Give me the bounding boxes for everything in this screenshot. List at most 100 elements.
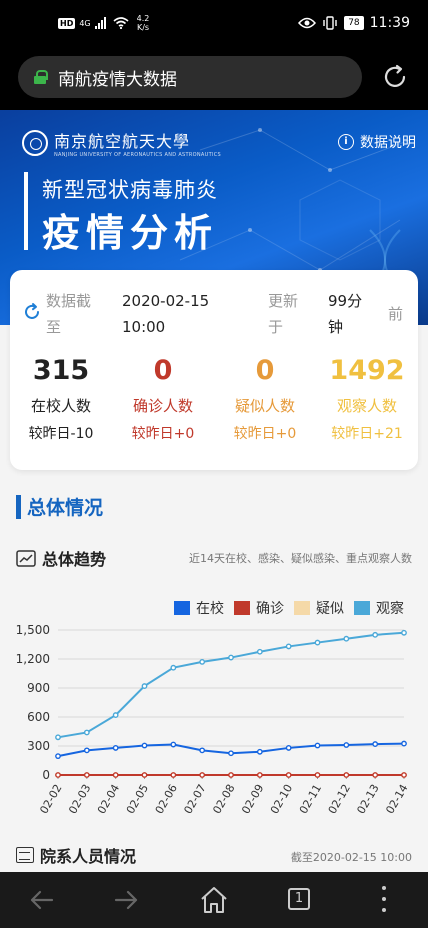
data-point [170,664,177,671]
cutoff-date: 2020-02-15 10:00 [122,292,210,336]
department-title: 院系人员情况 [40,847,137,866]
status-left: HD 4G 4.2 K/s [58,14,149,32]
signal-icon [94,17,106,29]
stat-label: 观察人数 [336,397,397,415]
tabs-button[interactable]: 1 [278,884,318,916]
university-en-name: NANJING UNIVERSITY OF AERONAUTICS AND AS… [54,152,221,158]
list-icon [16,847,34,863]
stat-delta: 较昨日-10 [28,426,94,442]
section-accent-bar [16,494,21,519]
x-tick-label: 02-05 [124,782,151,816]
trend-header: 总体趋势 近14天在校、感染、疑似感染、重点观察人数 [16,546,412,570]
updated-ago: 99分钟 [328,292,363,336]
refresh-icon[interactable] [22,302,42,322]
banner-subtitle: 新型冠状病毒肺炎 [42,178,218,202]
y-tick-label: 300 [27,739,50,753]
x-tick-label: 02-04 [95,782,122,816]
y-tick-label: 1,200 [16,652,50,666]
x-tick-label: 02-14 [383,782,410,816]
more-menu-icon[interactable] [364,884,404,916]
data-info-link[interactable]: i 数据说明 [338,132,416,152]
data-point [285,643,292,650]
cutoff-label: 数据截至 [46,292,92,336]
stat-delta: 较昨日+0 [233,426,297,442]
university-seal-icon [22,130,48,156]
data-point [112,712,119,718]
trend-chart-icon [16,549,36,567]
reload-icon[interactable] [380,62,410,92]
data-point [55,772,61,778]
data-point [83,772,90,778]
stat-delta: 较昨日+0 [131,426,195,442]
data-point [343,742,350,748]
stat-label: 确诊人数 [132,397,193,415]
data-point [343,772,350,778]
data-point [228,750,234,757]
data-point [83,729,90,736]
data-point [170,741,177,748]
data-point [343,635,350,642]
tab-count: 1 [288,888,310,910]
x-tick-label: 02-11 [297,782,324,816]
department-header: 院系人员情况 截至2020-02-15 10:00 [16,844,412,866]
data-point [228,772,234,778]
x-tick-label: 02-10 [268,782,295,816]
data-point [199,747,206,754]
section-heading: 总体情况 [16,493,103,520]
data-point [199,659,206,665]
x-tick-label: 02-13 [355,782,382,816]
trend-chart-svg: 0 300 600 900 1,200 1,500 02-02 02-03 02-04 02-05… [16,623,411,816]
data-point [55,734,61,741]
lock-icon [34,70,48,84]
stat-suspected: 0 疑似人数 较昨日+0 [214,354,316,444]
clock: 11:39 [369,15,410,31]
summary-card: 数据截至 2020-02-15 10:00 更新于 99分钟 前 315 在校人… [10,270,418,470]
data-point [228,654,234,661]
wifi-icon [113,17,129,29]
data-point [314,772,321,778]
data-point [401,772,407,778]
y-tick-label: 0 [42,768,50,782]
vibrate-icon [323,16,337,30]
data-point [372,772,379,778]
home-icon[interactable] [194,884,234,916]
x-tick-label: 02-06 [153,782,180,816]
stat-value: 0 [153,355,173,386]
stat-observed: 1492 观察人数 较昨日+21 [316,354,418,444]
data-point [170,772,177,778]
data-point [285,745,292,751]
x-tick-label: 02-09 [239,782,266,816]
data-point [141,683,148,689]
data-point [112,745,119,751]
data-point [141,742,148,749]
stat-label: 疑似人数 [234,397,295,415]
trend-title: 总体趋势 [42,550,107,569]
x-tick-label: 02-02 [37,782,64,816]
banner-title: 疫情分析 [42,211,219,255]
x-tick-label: 02-08 [210,782,237,816]
stat-on-campus: 315 在校人数 较昨日-10 [10,354,112,444]
address-bar[interactable]: 南航疫情大数据 [18,56,362,98]
data-point [112,772,119,778]
data-point [256,772,263,778]
department-note: 截至2020-02-15 10:00 [290,851,412,864]
status-bar: HD 4G 4.2 K/s 78 11:39 [0,0,428,50]
section-title: 总体情况 [27,497,104,519]
data-point [83,747,90,754]
data-info-label: 数据说明 [360,135,416,151]
trend-note: 近14天在校、感染、疑似感染、重点观察人数 [189,552,412,565]
data-point [199,772,206,778]
data-point [256,648,263,655]
forward-arrow-icon[interactable] [106,884,146,916]
data-point [141,772,148,778]
trend-chart: 在校 确诊 疑似 观察 0 300 600 900 1,200 1,500 02-02 02-03 0… [0,590,428,830]
data-point [314,639,321,646]
network-speed: 4.2 K/s [136,14,150,32]
back-arrow-icon[interactable] [22,884,62,916]
address-text: 南航疫情大数据 [58,69,177,90]
university-name: 南京航空航天大學 [54,132,191,151]
data-point [55,753,61,760]
network-type: 4G [79,18,91,28]
university-logo: 南京航空航天大學 NANJING UNIVERSITY OF AERONAUTI… [22,128,221,158]
data-point [285,772,292,778]
